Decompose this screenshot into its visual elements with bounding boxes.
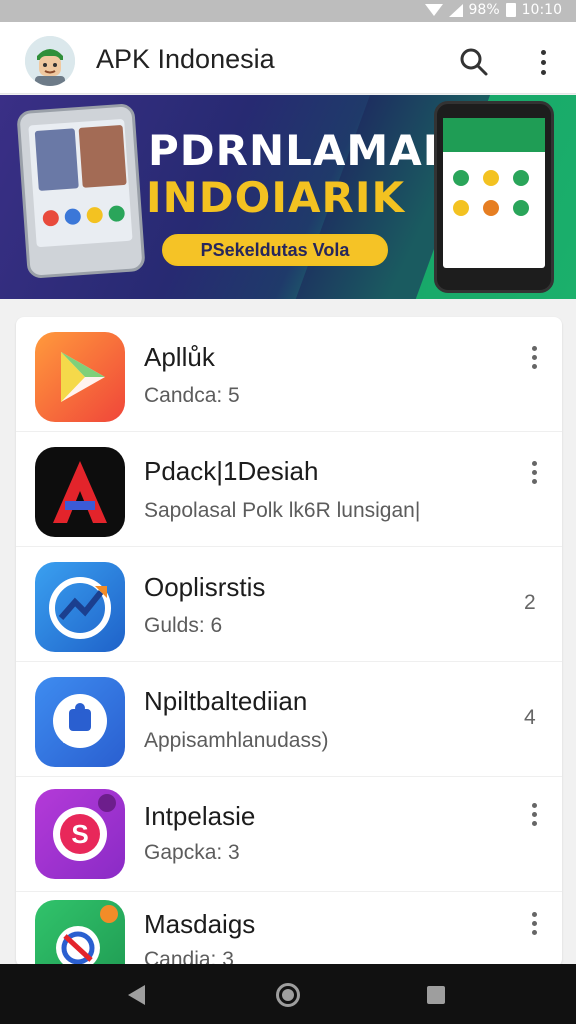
app-name: Npiltbaltediian bbox=[144, 686, 308, 716]
app-subtitle: Gapcka: 3 bbox=[144, 841, 240, 864]
banner-title-line1: PDRNLAMAR bbox=[148, 126, 457, 175]
recents-icon[interactable] bbox=[427, 986, 445, 1004]
banner-phone-right bbox=[434, 101, 554, 293]
wifi-icon bbox=[424, 4, 443, 16]
app-list: Apllůk Candca: 5 Pdack|1Desiah Sapolasal… bbox=[16, 317, 562, 967]
bubble-puzzle-icon bbox=[35, 677, 125, 767]
list-item[interactable]: Ooplisrstis Gulds: 6 2 bbox=[16, 547, 562, 662]
more-vert-icon[interactable] bbox=[528, 342, 540, 372]
app-subtitle: Sapolasal Polk lk6R lunsigan| bbox=[144, 499, 421, 522]
app-title: APK Indonesia bbox=[96, 44, 275, 74]
app-bar: APK Indonesia bbox=[0, 22, 576, 94]
play-store-icon bbox=[35, 332, 125, 422]
search-button[interactable] bbox=[456, 44, 492, 80]
list-item[interactable]: S Intpelasie Gapcka: 3 bbox=[16, 777, 562, 892]
chat-arrow-icon bbox=[35, 562, 125, 652]
back-icon[interactable] bbox=[128, 985, 145, 1005]
list-item[interactable]: Pdack|1Desiah Sapolasal Polk lk6R lunsig… bbox=[16, 432, 562, 547]
list-item[interactable]: Apllůk Candca: 5 bbox=[16, 317, 562, 432]
app-name: Intpelasie bbox=[144, 801, 256, 831]
banner-pill[interactable]: PSekeldutas Vola bbox=[162, 234, 388, 266]
list-item[interactable]: Masdaigs Candia: 3 bbox=[16, 892, 562, 967]
list-item[interactable]: Npiltbaltediian Appisamhlanudass) 4 bbox=[16, 662, 562, 777]
app-name: Pdack|1Desiah bbox=[144, 456, 319, 486]
app-name: Apllůk bbox=[144, 342, 215, 372]
battery-icon bbox=[505, 3, 516, 17]
row-count: 4 bbox=[524, 706, 536, 729]
red-a-icon bbox=[35, 447, 125, 537]
app-subtitle: Appisamhlanudass) bbox=[144, 729, 329, 752]
app-name: Masdaigs bbox=[144, 909, 256, 939]
more-vert-icon[interactable] bbox=[530, 44, 556, 80]
app-subtitle: Candca: 5 bbox=[144, 384, 240, 407]
app-name: Ooplisrstis bbox=[144, 572, 266, 602]
signal-icon bbox=[448, 3, 463, 17]
more-vert-icon[interactable] bbox=[528, 799, 540, 829]
avatar[interactable] bbox=[25, 36, 75, 86]
banner-title-line2: INDOIARIK bbox=[146, 173, 405, 222]
navigation-bar bbox=[0, 964, 576, 1024]
banner-phone-left bbox=[16, 103, 146, 279]
s-bubble-icon: S bbox=[35, 789, 125, 879]
search-icon bbox=[460, 48, 488, 76]
row-count: 2 bbox=[524, 591, 536, 614]
status-bar: 98% 10:10 bbox=[0, 0, 576, 22]
more-vert-icon[interactable] bbox=[528, 457, 540, 487]
promo-banner[interactable]: PDRNLAMAR INDOIARIK PSekeldutas Vola bbox=[0, 95, 576, 299]
status-icons: 98% 10:10 bbox=[424, 2, 562, 18]
clock: 10:10 bbox=[521, 2, 562, 18]
home-icon[interactable] bbox=[276, 983, 300, 1007]
avatar-icon bbox=[25, 36, 75, 86]
app-subtitle: Gulds: 6 bbox=[144, 614, 223, 637]
svg-text:S: S bbox=[71, 819, 88, 849]
battery-percent: 98% bbox=[468, 2, 500, 18]
more-vert-icon[interactable] bbox=[528, 908, 540, 938]
green-search-icon bbox=[35, 900, 125, 967]
